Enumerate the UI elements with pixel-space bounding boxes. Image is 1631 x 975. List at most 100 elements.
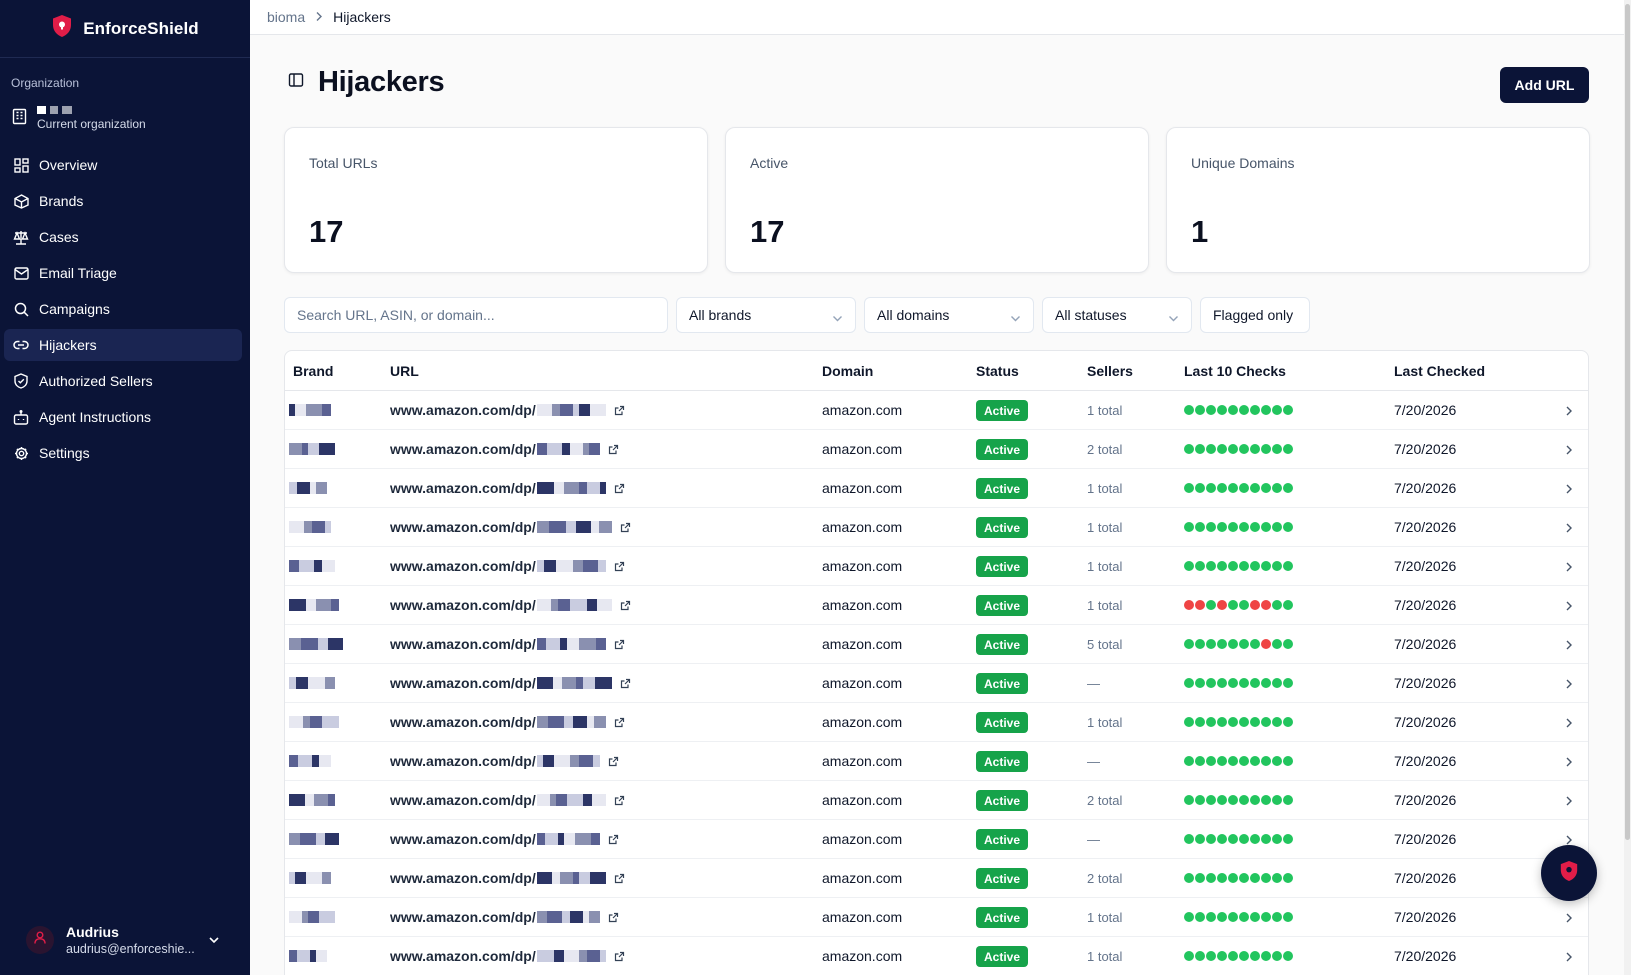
external-link-icon[interactable] xyxy=(614,873,625,884)
external-link-icon[interactable] xyxy=(614,717,625,728)
org-switcher[interactable]: Current organization xyxy=(12,106,250,131)
brand-filter-select[interactable]: All brands xyxy=(676,297,856,333)
chevron-right-icon[interactable] xyxy=(1565,521,1573,539)
external-link-icon[interactable] xyxy=(614,561,625,572)
chevron-right-icon[interactable] xyxy=(1565,794,1573,812)
chevron-right-icon[interactable] xyxy=(1565,638,1573,656)
url-link[interactable]: www.amazon.com/dp/ xyxy=(390,597,631,613)
chevron-right-icon[interactable] xyxy=(1565,599,1573,617)
external-link-icon[interactable] xyxy=(608,444,619,455)
url-link[interactable]: www.amazon.com/dp/ xyxy=(390,636,625,652)
url-link[interactable]: www.amazon.com/dp/ xyxy=(390,558,625,574)
sidebar-item-brands[interactable]: Brands xyxy=(4,185,242,217)
external-link-icon[interactable] xyxy=(614,405,625,416)
external-link-icon[interactable] xyxy=(608,912,619,923)
column-header-domain[interactable]: Domain xyxy=(822,363,873,379)
search-input[interactable] xyxy=(297,307,655,323)
external-link-icon[interactable] xyxy=(608,834,619,845)
url-link[interactable]: www.amazon.com/dp/ xyxy=(390,402,625,418)
url-link[interactable]: www.amazon.com/dp/ xyxy=(390,714,625,730)
external-link-icon[interactable] xyxy=(620,678,631,689)
check-result-dot xyxy=(1217,795,1227,805)
table-row[interactable]: www.amazon.com/dp/amazon.com Active 2 tota… xyxy=(285,430,1588,469)
chevron-right-icon[interactable] xyxy=(1565,677,1573,695)
external-link-icon[interactable] xyxy=(614,951,625,962)
sidebar-item-email-triage[interactable]: Email Triage xyxy=(4,257,242,289)
help-chat-button[interactable] xyxy=(1541,845,1597,901)
column-header-sellers[interactable]: Sellers xyxy=(1087,363,1133,379)
url-link[interactable]: www.amazon.com/dp/ xyxy=(390,675,631,691)
check-result-dot xyxy=(1217,951,1227,961)
flagged-only-toggle[interactable]: Flagged only xyxy=(1200,297,1310,333)
column-header-status[interactable]: Status xyxy=(976,363,1019,379)
check-result-dot xyxy=(1239,912,1249,922)
status-filter-select[interactable]: All statuses xyxy=(1042,297,1192,333)
external-link-icon[interactable] xyxy=(620,600,631,611)
external-link-icon[interactable] xyxy=(614,639,625,650)
last-checks-dots xyxy=(1184,912,1293,922)
mail-icon xyxy=(12,264,30,282)
external-link-icon[interactable] xyxy=(608,756,619,767)
app-logo[interactable]: EnforceShield xyxy=(0,0,250,58)
table-row[interactable]: www.amazon.com/dp/amazon.com Active 1 tota… xyxy=(285,391,1588,430)
chevron-right-icon[interactable] xyxy=(1565,443,1573,461)
check-result-dot xyxy=(1195,405,1205,415)
sidebar-item-campaigns[interactable]: Campaigns xyxy=(4,293,242,325)
chevron-right-icon[interactable] xyxy=(1565,482,1573,500)
chevron-right-icon[interactable] xyxy=(1565,404,1573,422)
check-result-dot xyxy=(1206,639,1216,649)
chevron-right-icon[interactable] xyxy=(1565,716,1573,734)
table-row[interactable]: www.amazon.com/dp/amazon.com Active 1 tota… xyxy=(285,898,1588,937)
table-row[interactable]: www.amazon.com/dp/amazon.com Active 1 tota… xyxy=(285,703,1588,742)
url-link[interactable]: www.amazon.com/dp/ xyxy=(390,519,631,535)
user-menu[interactable]: Audrius audrius@enforceshie... xyxy=(0,905,250,975)
table-row[interactable]: www.amazon.com/dp/amazon.com Active 2 tota… xyxy=(285,859,1588,898)
sidebar-toggle-icon[interactable] xyxy=(288,72,304,93)
table-row[interactable]: www.amazon.com/dp/amazon.com Active — 7/20/… xyxy=(285,820,1588,859)
url-link[interactable]: www.amazon.com/dp/ xyxy=(390,870,625,886)
sidebar-item-authorized-sellers[interactable]: Authorized Sellers xyxy=(4,365,242,397)
table-row[interactable]: www.amazon.com/dp/amazon.com Active — 7/20/… xyxy=(285,664,1588,703)
url-link[interactable]: www.amazon.com/dp/ xyxy=(390,480,625,496)
sellers-cell: 1 total xyxy=(1087,910,1123,925)
table-row[interactable]: www.amazon.com/dp/amazon.com Active — 7/20/… xyxy=(285,742,1588,781)
table-row[interactable]: www.amazon.com/dp/amazon.com Active 1 tota… xyxy=(285,547,1588,586)
column-header-url[interactable]: URL xyxy=(390,363,419,379)
sidebar-item-hijackers[interactable]: Hijackers xyxy=(4,329,242,361)
check-result-dot xyxy=(1272,600,1282,610)
column-header-last-checked[interactable]: Last Checked xyxy=(1394,363,1485,379)
external-link-icon[interactable] xyxy=(614,483,625,494)
check-result-dot xyxy=(1228,561,1238,571)
chevron-right-icon[interactable] xyxy=(1565,911,1573,929)
breadcrumb-parent[interactable]: bioma xyxy=(267,9,305,25)
search-field[interactable] xyxy=(284,297,668,333)
chevron-right-icon[interactable] xyxy=(1565,755,1573,773)
url-link[interactable]: www.amazon.com/dp/ xyxy=(390,792,625,808)
add-url-button[interactable]: Add URL xyxy=(1500,67,1589,103)
domain-filter-select[interactable]: All domains xyxy=(864,297,1034,333)
column-header-last-checks[interactable]: Last 10 Checks xyxy=(1184,363,1286,379)
scrollbar-thumb[interactable] xyxy=(1625,4,1630,840)
sidebar-item-cases[interactable]: Cases xyxy=(4,221,242,253)
table-row[interactable]: www.amazon.com/dp/amazon.com Active 1 tota… xyxy=(285,586,1588,625)
sidebar-item-agent-instructions[interactable]: Agent Instructions xyxy=(4,401,242,433)
url-link[interactable]: www.amazon.com/dp/ xyxy=(390,909,619,925)
table-row[interactable]: www.amazon.com/dp/amazon.com Active 1 tota… xyxy=(285,469,1588,508)
shield-check-icon xyxy=(12,372,30,390)
sidebar-item-settings[interactable]: Settings xyxy=(4,437,242,469)
table-row[interactable]: www.amazon.com/dp/amazon.com Active 1 tota… xyxy=(285,937,1588,975)
url-link[interactable]: www.amazon.com/dp/ xyxy=(390,753,619,769)
sidebar-item-overview[interactable]: Overview xyxy=(4,149,242,181)
column-header-brand[interactable]: Brand xyxy=(293,363,333,379)
url-link[interactable]: www.amazon.com/dp/ xyxy=(390,831,619,847)
url-link[interactable]: www.amazon.com/dp/ xyxy=(390,948,625,964)
table-row[interactable]: www.amazon.com/dp/amazon.com Active 2 tota… xyxy=(285,781,1588,820)
chevron-right-icon[interactable] xyxy=(1565,560,1573,578)
url-link[interactable]: www.amazon.com/dp/ xyxy=(390,441,619,457)
page-scrollbar[interactable] xyxy=(1624,0,1631,975)
table-row[interactable]: www.amazon.com/dp/amazon.com Active 5 tota… xyxy=(285,625,1588,664)
external-link-icon[interactable] xyxy=(614,795,625,806)
external-link-icon[interactable] xyxy=(620,522,631,533)
table-row[interactable]: www.amazon.com/dp/amazon.com Active 1 tota… xyxy=(285,508,1588,547)
chevron-right-icon[interactable] xyxy=(1565,950,1573,968)
